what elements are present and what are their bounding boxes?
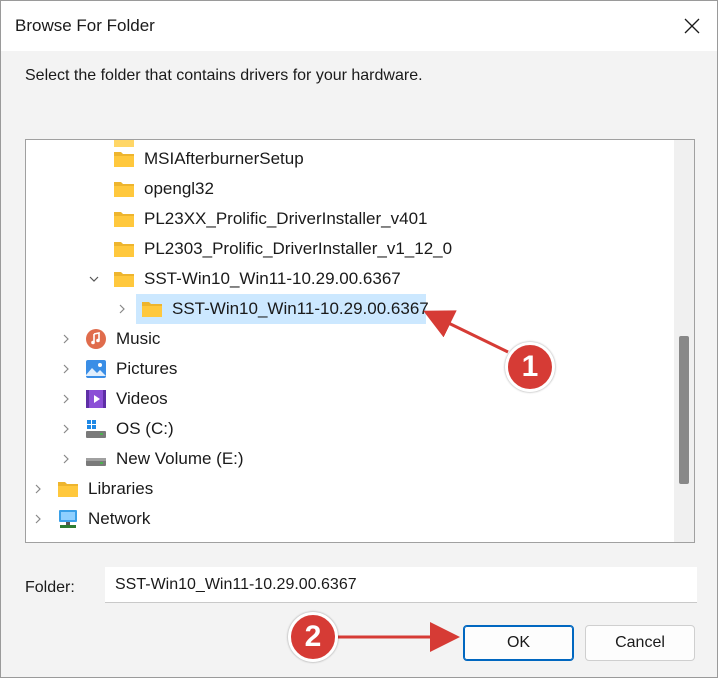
chevron-right-icon[interactable]: [116, 294, 128, 324]
tree-item-label: PL2303_Prolific_DriverInstaller_v1_12_0: [144, 239, 453, 258]
drive-icon: [86, 458, 106, 466]
tree-item[interactable]: opengl32: [26, 174, 676, 204]
tree-item-label: Libraries: [88, 479, 154, 498]
chevron-down-icon[interactable]: [88, 264, 100, 294]
chevron-right-icon[interactable]: [60, 384, 72, 414]
close-button[interactable]: [667, 1, 717, 51]
tree-item-label: OS (C:): [116, 419, 174, 438]
tree-item-label: Pictures: [116, 359, 178, 378]
folder-icon: [114, 152, 134, 167]
tree-item-label: PL23XX_Prolific_DriverInstaller_v401: [144, 209, 428, 228]
tree-item[interactable]: PL2303_Prolific_DriverInstaller_v1_12_0: [26, 234, 676, 264]
tree-item-label: New Volume (E:): [116, 449, 244, 468]
dialog-title: Browse For Folder: [15, 16, 155, 35]
tree-item-label: Videos: [116, 389, 168, 408]
videos-icon: [86, 390, 106, 408]
browse-for-folder-dialog: Browse For Folder Select the folder that…: [0, 0, 718, 678]
folder-icon: [114, 272, 134, 287]
vertical-scrollbar[interactable]: [674, 140, 694, 542]
tree-item-label: SST-Win10_Win11-10.29.00.6367: [144, 269, 401, 288]
chevron-right-icon[interactable]: [60, 324, 72, 354]
tree-item[interactable]: OS (C:): [26, 414, 676, 444]
folder-icon: [114, 182, 134, 197]
scrollbar-thumb[interactable]: [679, 336, 689, 484]
chevron-right-icon[interactable]: [32, 474, 44, 504]
tree-item[interactable]: Network: [26, 504, 676, 534]
close-icon: [684, 18, 700, 34]
ok-button[interactable]: OK: [463, 625, 574, 661]
tree-item[interactable]: Music: [26, 324, 676, 354]
tree-item[interactable]: Videos: [26, 384, 676, 414]
tree-item-label: Network: [88, 509, 151, 528]
annotation-marker-2: 2: [288, 612, 338, 662]
folder-label: Folder:: [25, 579, 75, 596]
pictures-icon: [86, 360, 106, 378]
tree-item[interactable]: PL23XX_Prolific_DriverInstaller_v401: [26, 204, 676, 234]
network-icon: [59, 510, 77, 528]
tree-item[interactable]: MSIAfterburnerSetup: [26, 144, 676, 174]
folder-icon: [56, 537, 80, 543]
music-icon: [86, 329, 106, 349]
folder-path-input[interactable]: [105, 567, 697, 603]
tree-item-label: MSIAfterburnerSetup: [144, 149, 304, 168]
tree-item[interactable]: New Volume (E:): [26, 444, 676, 474]
folder-icon: [114, 242, 134, 257]
tree-item[interactable]: Libraries: [26, 474, 676, 504]
title-bar: Browse For Folder: [1, 1, 717, 51]
folder-icon: [114, 212, 134, 227]
annotation-marker-1: 1: [505, 342, 555, 392]
chevron-right-icon[interactable]: [60, 354, 72, 384]
tree-item-label: Music: [116, 329, 161, 348]
tree-item-expanded[interactable]: SST-Win10_Win11-10.29.00.6367: [26, 264, 676, 294]
drive-icon: [86, 420, 106, 438]
instruction-text: Select the folder that contains drivers …: [25, 67, 423, 84]
tree-item-selected[interactable]: SST-Win10_Win11-10.29.00.6367: [26, 294, 676, 324]
folder-icon: [142, 302, 162, 317]
chevron-right-icon[interactable]: [60, 414, 72, 444]
chevron-right-icon[interactable]: [60, 444, 72, 474]
tree-item[interactable]: Pictures: [26, 354, 676, 384]
libraries-icon: [58, 482, 78, 497]
cancel-button[interactable]: Cancel: [585, 625, 695, 661]
tree-item-partial-bottom: [26, 534, 676, 543]
tree-item-label: opengl32: [144, 179, 214, 198]
tree-item-label: SST-Win10_Win11-10.29.00.6367: [172, 299, 429, 318]
chevron-right-icon[interactable]: [32, 504, 44, 534]
folder-tree[interactable]: MSIAfterburnerSetup opengl32 PL23XX_Prol…: [25, 139, 695, 543]
